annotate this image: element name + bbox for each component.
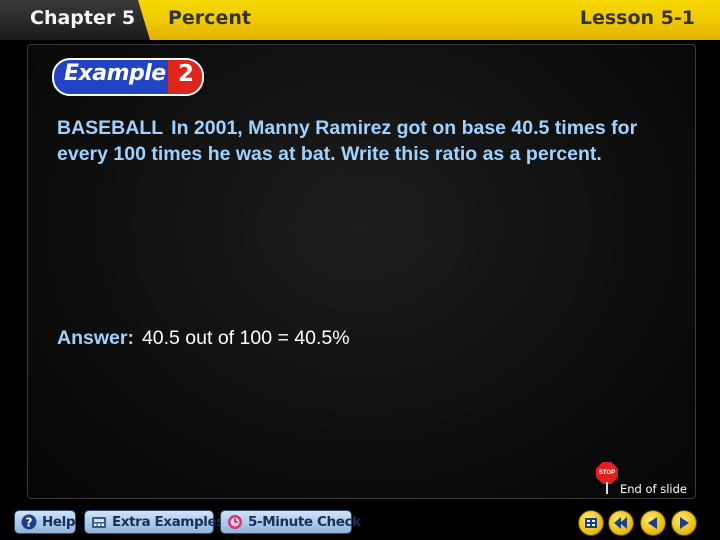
answer-label: Answer: xyxy=(57,327,134,349)
help-button[interactable]: ? Help xyxy=(14,510,76,534)
clock-icon xyxy=(227,514,243,530)
content-panel xyxy=(27,44,696,499)
extra-examples-button[interactable]: Extra Examples xyxy=(84,510,224,534)
next-slide-button[interactable] xyxy=(671,510,697,536)
stop-sign-post xyxy=(606,482,608,494)
subject-title: Percent xyxy=(168,7,251,29)
answer-line: Answer: 40.5 out of 100 = 40.5% xyxy=(57,327,350,350)
example-badge-label: Example xyxy=(64,61,166,86)
first-slide-button[interactable] xyxy=(608,510,634,536)
rewind-icon xyxy=(614,517,627,529)
end-of-slide-label: End of slide xyxy=(620,482,688,496)
end-of-slide[interactable]: STOP End of slide xyxy=(596,462,696,498)
header-bar: Chapter 5 Percent Lesson 5-1 xyxy=(0,0,720,40)
help-label: Help xyxy=(42,514,76,530)
home-menu-icon xyxy=(585,518,597,528)
arrow-right-icon xyxy=(680,517,689,529)
svg-text:?: ? xyxy=(26,516,33,530)
problem-text: BASEBALL In 2001, Manny Ramirez got on ba… xyxy=(57,115,657,167)
problem-keyword: BASEBALL xyxy=(57,117,164,139)
example-badge-number: 2 xyxy=(177,61,194,87)
arrow-left-icon xyxy=(648,517,657,529)
five-minute-check-label: 5-Minute Check xyxy=(248,514,361,530)
previous-slide-button[interactable] xyxy=(640,510,666,536)
lesson-title: Lesson 5-1 xyxy=(579,7,695,29)
chapter-title: Chapter 5 xyxy=(30,7,136,29)
extra-examples-label: Extra Examples xyxy=(112,514,224,530)
five-minute-check-button[interactable]: 5-Minute Check xyxy=(220,510,361,534)
example-badge: Example 2 xyxy=(52,58,204,96)
menu-nav-button[interactable] xyxy=(578,510,604,536)
stop-sign-icon: STOP xyxy=(596,462,618,484)
footer-bar: ? Help Extra Examples 5-Minute Check xyxy=(0,506,720,540)
help-icon: ? xyxy=(21,514,37,530)
answer-value: 40.5 out of 100 = 40.5% xyxy=(141,327,350,349)
calculator-icon xyxy=(91,514,107,530)
